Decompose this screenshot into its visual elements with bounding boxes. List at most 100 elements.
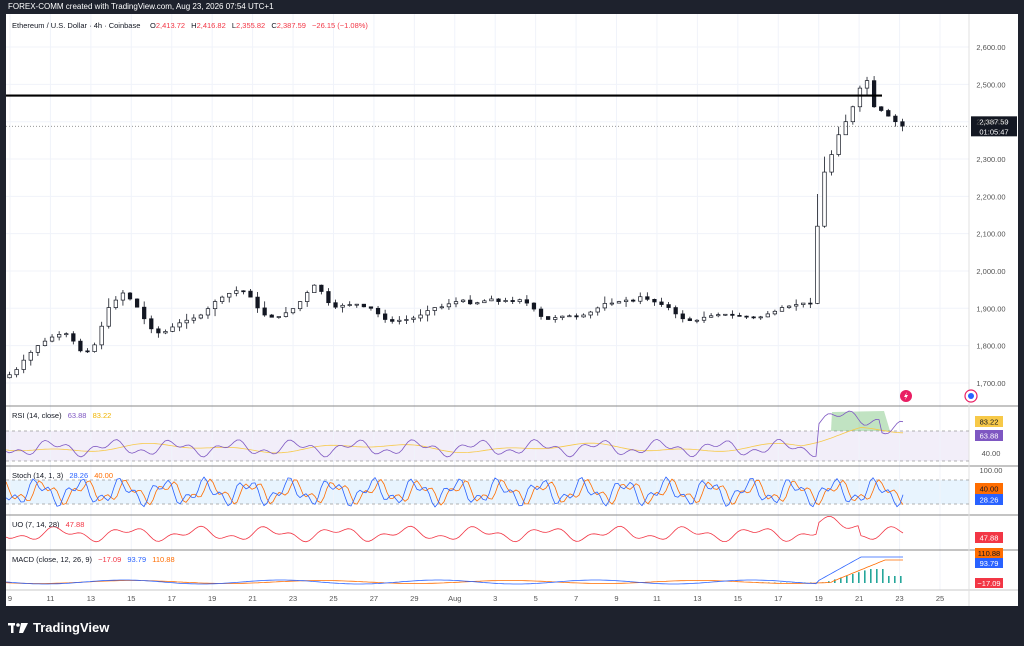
macd-histogram-bar (870, 569, 872, 583)
candle (553, 315, 558, 323)
candle (871, 76, 877, 108)
candle (694, 319, 700, 324)
candle (319, 284, 324, 295)
candle (35, 345, 41, 357)
candle-body (326, 291, 331, 304)
tradingview-brand: TradingView (33, 620, 110, 635)
candle (829, 150, 834, 176)
svg-text:−17.09: −17.09 (977, 579, 1000, 588)
candle (623, 296, 629, 307)
candle (432, 307, 437, 316)
candle (14, 367, 19, 378)
candle (64, 332, 69, 338)
x-tick-label: 23 (289, 594, 297, 603)
candle-body (546, 316, 551, 320)
event-icon[interactable] (964, 389, 978, 403)
candle-body (468, 299, 473, 305)
candle-body (616, 301, 622, 304)
x-tick-label: 21 (248, 594, 256, 603)
candle-body (531, 302, 537, 310)
candle (517, 298, 522, 304)
candle (638, 292, 643, 305)
candle (801, 302, 806, 308)
candle-body (85, 350, 90, 353)
candle-body (673, 307, 678, 315)
stoch-d-value: 40.00 (94, 471, 113, 480)
candle-body (312, 284, 317, 293)
candle-body (21, 359, 26, 370)
candle (42, 337, 48, 347)
candle-body (801, 302, 806, 305)
candle-body (113, 299, 118, 308)
candle-body (772, 310, 778, 315)
tradingview-logo[interactable]: TradingView (8, 620, 109, 635)
candle (184, 313, 189, 329)
candle (120, 290, 126, 306)
candle-body (205, 308, 211, 316)
legend-high: 2,416.82 (197, 21, 226, 30)
svg-text:MACD (close, 12, 26, 9): MACD (close, 12, 26, 9) −17.09 93.79 110… (12, 555, 175, 564)
candle (581, 313, 586, 318)
candle (489, 295, 494, 302)
legend-open: 2,413.72 (156, 21, 185, 30)
candle-body (475, 302, 480, 305)
stoch-band (6, 480, 969, 504)
svg-text:01:05:47: 01:05:47 (979, 127, 1008, 136)
candle-body (134, 298, 140, 308)
macd-histogram-bar (846, 575, 848, 583)
chart-area[interactable]: Ethereum / U.S. Dollar · 4h · Coinbase O… (5, 14, 1018, 606)
candle-body (404, 319, 409, 321)
chart-svg[interactable]: Ethereum / U.S. Dollar · 4h · Coinbase O… (5, 14, 1018, 606)
candle-body (390, 319, 395, 322)
candle (57, 331, 62, 341)
macd-histogram-bar (876, 569, 878, 583)
candle-body (333, 302, 338, 308)
candle (574, 313, 579, 320)
candle-body (659, 301, 664, 305)
candle (765, 310, 770, 318)
candle (595, 306, 600, 316)
candle-body (602, 303, 607, 309)
candle (893, 114, 898, 127)
candle-body (156, 328, 161, 334)
svg-text:83.22: 83.22 (980, 418, 999, 427)
candle (383, 309, 388, 323)
candle (149, 315, 154, 334)
candle-body (886, 110, 891, 117)
candle (220, 295, 225, 304)
candle-body (786, 305, 792, 308)
candle-body (581, 314, 586, 318)
candle-body (716, 314, 721, 317)
uo-legend: UO (7, 14, 28) (12, 520, 60, 529)
candle (375, 305, 381, 318)
svg-text:UO (7, 14, 28) 47.88: UO (7, 14, 28) 47.88 (12, 520, 84, 529)
candle-body (482, 300, 487, 304)
candle-body (708, 315, 714, 318)
candle (751, 316, 756, 320)
candle-body (779, 307, 785, 312)
candle-body (517, 299, 522, 302)
candle-body (425, 310, 430, 316)
rsi-band (6, 431, 969, 461)
svg-text:28.26: 28.26 (980, 496, 999, 505)
candle (177, 319, 182, 332)
candle-body (524, 299, 529, 304)
candle (503, 297, 508, 303)
x-tick-label: 9 (614, 594, 618, 603)
x-tick-label: 25 (936, 594, 944, 603)
candle-body (737, 315, 742, 317)
candle (106, 298, 111, 329)
lightning-icon[interactable] (900, 390, 912, 402)
svg-text:93.79: 93.79 (980, 559, 999, 568)
candle (496, 298, 501, 305)
candle-body (92, 344, 97, 352)
x-tick-label: 11 (47, 594, 55, 603)
candle (156, 326, 161, 338)
candle-body (127, 292, 133, 300)
candle (234, 286, 239, 297)
x-tick-label: 27 (370, 594, 378, 603)
candle (276, 316, 281, 319)
candle (7, 371, 12, 379)
candle (588, 310, 593, 319)
x-tick-label: 19 (815, 594, 823, 603)
